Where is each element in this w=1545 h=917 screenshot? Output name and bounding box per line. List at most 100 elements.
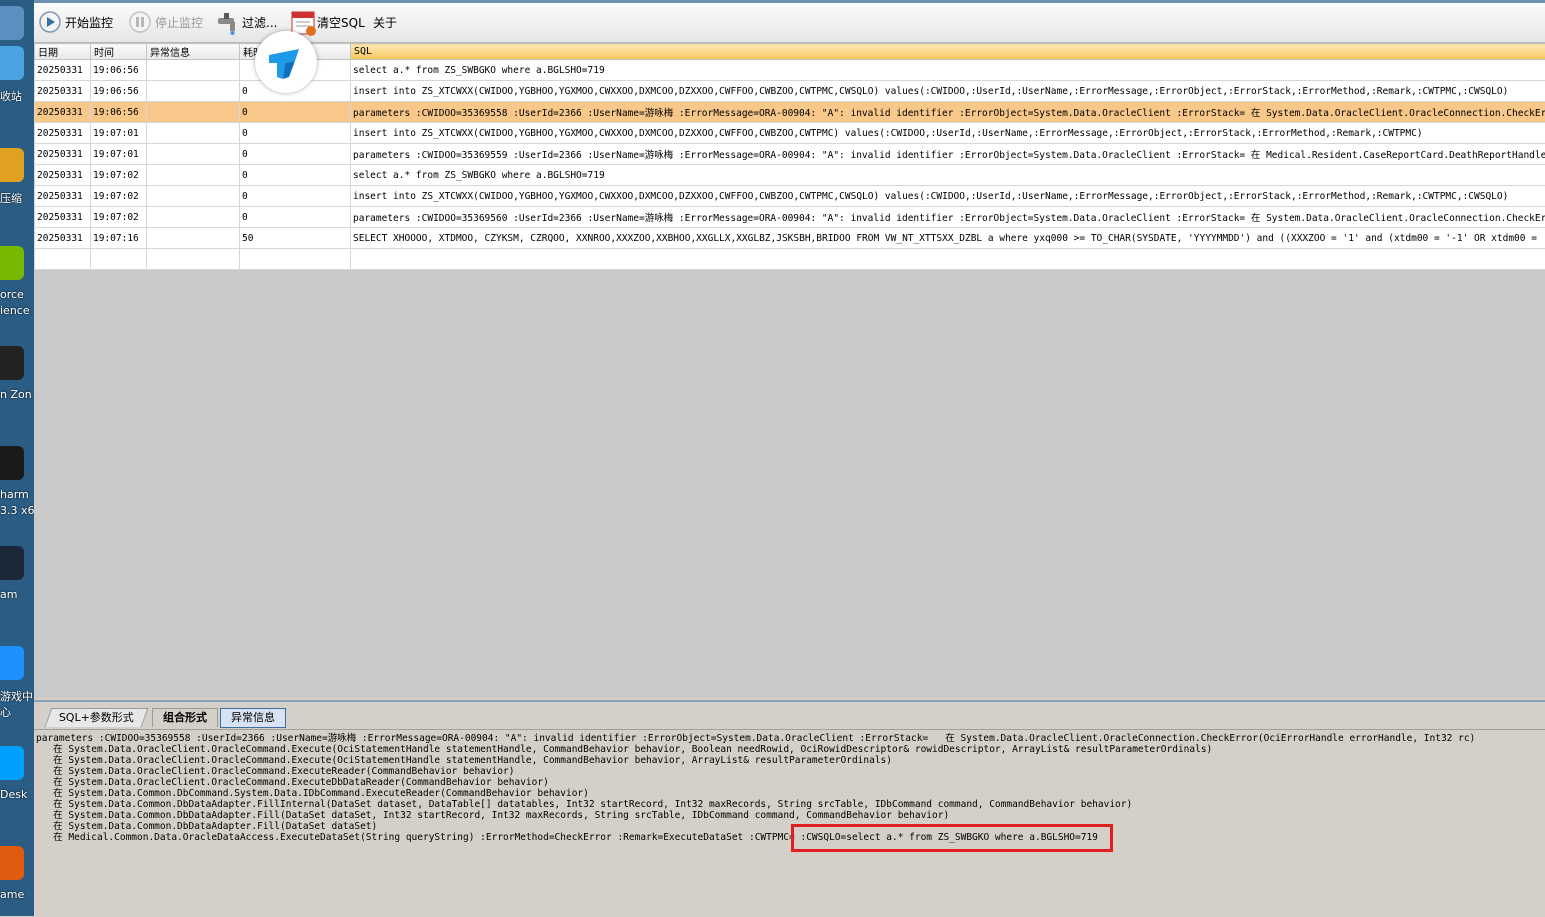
- cell-date: 20250331: [35, 81, 91, 102]
- about-button[interactable]: 关于: [373, 10, 397, 34]
- tab-combined-label: 组合形式: [163, 711, 207, 724]
- desktop-shortcut[interactable]: n Zon: [0, 340, 34, 400]
- desktop-shortcut-icon: [0, 46, 24, 80]
- stop-monitor-button[interactable]: 停止监控: [128, 10, 203, 34]
- desktop-shortcut[interactable]: 游戏中心: [0, 640, 34, 700]
- detail-line: 在 System.Data.Common.DbDataAdapter.Fill(…: [36, 810, 949, 821]
- cell-ms: 0: [240, 102, 351, 123]
- cell-sql: insert into ZS_XTCWXX(CWIDOO,YGBHOO,YGXM…: [351, 186, 1545, 207]
- filter-label: 过滤...: [242, 14, 277, 31]
- detail-line: 在 System.Data.Common.DbCommand.System.Da…: [36, 788, 589, 799]
- cell-ms: 0: [240, 207, 351, 228]
- cell-sql: parameters :CWIDOO=35369560 :UserId=2366…: [351, 207, 1545, 228]
- start-monitor-button[interactable]: 开始监控: [38, 10, 113, 34]
- desktop-strip: 器收站压缩orceiencen Zonharm3.3 x6am游戏中心Deska…: [0, 0, 34, 916]
- cell-error: [147, 81, 240, 102]
- table-row[interactable]: 2025033119:07:020insert into ZS_XTCWXX(C…: [35, 186, 1545, 207]
- detail-line: 在 System.Data.OracleClient.OracleCommand…: [36, 777, 549, 788]
- desktop-shortcut[interactable]: Desk: [0, 740, 34, 800]
- cell-error: [147, 228, 240, 249]
- cell-time: 19:07:16: [91, 228, 147, 249]
- cell-date: 20250331: [35, 60, 91, 81]
- cell-time: 19:07:02: [91, 207, 147, 228]
- column-header-time[interactable]: 时间: [91, 44, 147, 60]
- column-header-error[interactable]: 异常信息: [147, 44, 240, 60]
- table-row[interactable]: 2025033119:07:020parameters :CWIDOO=3536…: [35, 207, 1545, 228]
- cell-date: 20250331: [35, 228, 91, 249]
- empty-cell: [351, 249, 1545, 270]
- table-row[interactable]: 2025033119:06:560parameters :CWIDOO=3536…: [35, 102, 1545, 123]
- empty-row: [35, 249, 1545, 270]
- cell-error: [147, 144, 240, 165]
- table-row[interactable]: 2025033119:07:010insert into ZS_XTCWXX(C…: [35, 123, 1545, 144]
- play-icon: [38, 10, 62, 34]
- sql-log-grid[interactable]: 日期 时间 异常信息 耗时(ms) SQL 2025033119:06:56se…: [34, 43, 1545, 698]
- cell-sql: SELECT XHOOOO, XTDMOO, CZYKSM, CZRQOO, X…: [351, 228, 1545, 249]
- desktop-shortcut-icon: [0, 846, 24, 880]
- desktop-shortcut[interactable]: ame: [0, 840, 34, 900]
- sql-monitor-window: 开始监控 停止监控 过滤... 清空SQL 关于: [34, 0, 1545, 916]
- desktop-shortcut[interactable]: orceience: [0, 240, 34, 300]
- cell-error: [147, 102, 240, 123]
- detail-line: 在 System.Data.OracleClient.OracleCommand…: [36, 755, 892, 766]
- desktop-shortcut[interactable]: am: [0, 540, 34, 600]
- empty-cell: [240, 249, 351, 270]
- floating-app-logo-icon[interactable]: [255, 31, 317, 93]
- column-header-date[interactable]: 日期: [35, 44, 91, 60]
- table-row[interactable]: 2025033119:07:01 0parameters :CWIDOO=3536…: [35, 144, 1545, 165]
- cell-sql: parameters :CWIDOO=35369559 :UserId=2366…: [351, 144, 1545, 165]
- desktop-shortcut[interactable]: 压缩: [0, 142, 34, 202]
- cell-time: 19:06:56: [91, 102, 147, 123]
- table-row[interactable]: 2025033119:07:020select a.* from ZS_SWBG…: [35, 165, 1545, 186]
- start-monitor-label: 开始监控: [65, 14, 113, 31]
- desktop-shortcut-label-line2: 3.3 x6: [0, 504, 34, 517]
- desktop-shortcut-label-line2: 心: [0, 704, 11, 720]
- cell-date: 20250331: [35, 102, 91, 123]
- cell-ms: 50: [240, 228, 351, 249]
- desktop-shortcut-icon: [0, 148, 24, 182]
- desktop-shortcut-icon: [0, 446, 24, 480]
- cell-sql: insert into ZS_XTCWXX(CWIDOO,YGBHOO,YGXM…: [351, 81, 1545, 102]
- tab-exception[interactable]: 异常信息: [220, 708, 286, 728]
- desktop-shortcut-icon: [0, 6, 24, 40]
- desktop-shortcut-label: ame: [0, 888, 24, 901]
- cell-sql: insert into ZS_XTCWXX(CWIDOO,YGBHOO,YGXM…: [351, 123, 1545, 144]
- tab-sql-params[interactable]: SQL+参数形式: [45, 708, 149, 727]
- empty-cell: [35, 249, 91, 270]
- faucet-filter-icon: [215, 10, 239, 34]
- cell-date: 20250331: [35, 144, 91, 165]
- cell-ms: 0: [240, 123, 351, 144]
- cell-date: 20250331: [35, 123, 91, 144]
- cell-date: 20250331: [35, 186, 91, 207]
- tab-exception-label: 异常信息: [231, 711, 275, 724]
- desktop-shortcut-label-line2: ience: [0, 304, 30, 317]
- desktop-shortcut-icon: [0, 546, 24, 580]
- pause-icon: [128, 10, 152, 34]
- cell-time: 19:06:56: [91, 60, 147, 81]
- tab-combined[interactable]: 组合形式: [152, 708, 218, 727]
- detail-text-panel[interactable]: parameters :CWIDOO=35369558 :UserId=2366…: [34, 729, 1545, 917]
- cell-time: 19:07:01: [91, 144, 147, 165]
- detail-line: parameters :CWIDOO=35369558 :UserId=2366…: [36, 733, 1475, 744]
- stop-monitor-label: 停止监控: [155, 14, 203, 31]
- column-header-sql[interactable]: SQL: [351, 44, 1545, 60]
- clear-sql-label: 清空SQL: [317, 14, 365, 31]
- desktop-shortcut-label: n Zon: [0, 388, 32, 401]
- table-row[interactable]: 2025033119:07:16 50SELECT XHOOOO, XTDMOO,…: [35, 228, 1545, 249]
- detail-line: 在 System.Data.Common.DbDataAdapter.FillI…: [36, 799, 1132, 810]
- detail-line: 在 System.Data.Common.DbDataAdapter.Fill(…: [36, 821, 377, 832]
- cell-error: [147, 186, 240, 207]
- desktop-shortcut-label: Desk: [0, 788, 27, 801]
- cell-ms: 0: [240, 144, 351, 165]
- empty-cell: [91, 249, 147, 270]
- desktop-shortcut-icon: [0, 246, 24, 280]
- cell-error: [147, 165, 240, 186]
- cell-time: 19:07:02: [91, 186, 147, 207]
- desktop-shortcut-icon: [0, 346, 24, 380]
- tab-sql-params-label: SQL+参数形式: [59, 709, 134, 727]
- cell-time: 19:07:02: [91, 165, 147, 186]
- detail-line: 在 System.Data.OracleClient.OracleCommand…: [36, 766, 515, 777]
- desktop-shortcut[interactable]: harm3.3 x6: [0, 440, 34, 500]
- desktop-shortcut[interactable]: 收站: [0, 40, 34, 100]
- detail-line: 在 System.Data.OracleClient.OracleCommand…: [36, 744, 1212, 755]
